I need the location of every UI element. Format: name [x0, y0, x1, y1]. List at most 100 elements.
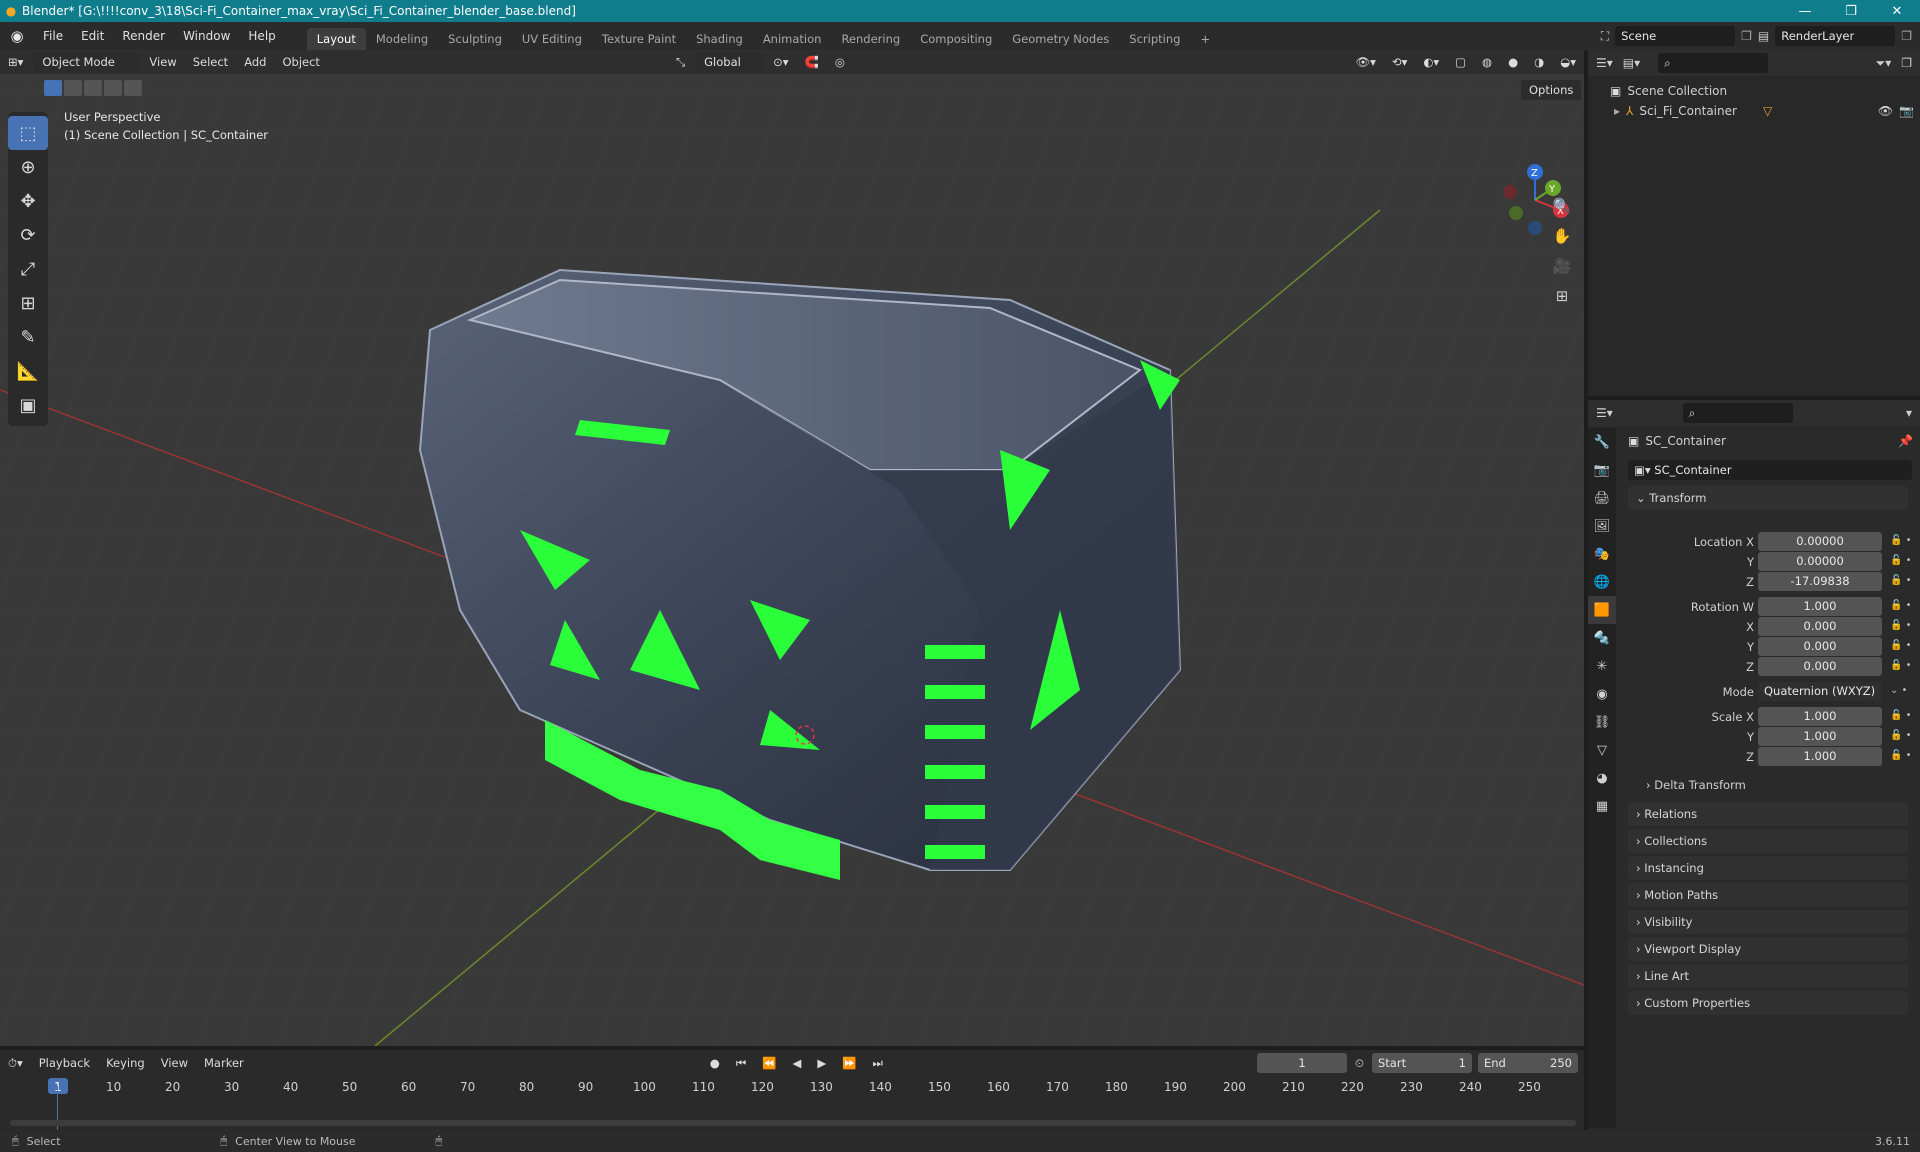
line-art-panel[interactable]: › Line Art [1628, 964, 1908, 988]
close-button[interactable]: ✕ [1874, 4, 1920, 19]
scene-selector[interactable]: Scene [1615, 26, 1736, 46]
menu-select[interactable]: Select [185, 55, 236, 69]
rotation-x-field[interactable]: 0.000 [1758, 617, 1882, 636]
pin-icon[interactable]: 📌 [1898, 434, 1913, 448]
tab-uv-editing[interactable]: UV Editing [512, 28, 592, 50]
snap-icon[interactable]: 🧲 [797, 55, 827, 69]
properties-options-icon[interactable]: ▾ [1906, 406, 1912, 420]
outliner-search-icon[interactable]: ⌕ [1658, 53, 1769, 73]
render-camera-icon[interactable]: 📷 [1899, 104, 1914, 118]
location-z-field[interactable]: -17.09838 [1758, 572, 1882, 591]
material-tab-icon[interactable]: ◕ [1588, 764, 1616, 792]
move-tool-icon[interactable]: ✥ [8, 184, 48, 218]
tab-sculpting[interactable]: Sculpting [438, 28, 512, 50]
prev-keyframe-icon[interactable]: ⏪ [754, 1056, 784, 1070]
select-box-tool-icon[interactable]: ⬚ [8, 116, 48, 150]
timeline-editor-icon[interactable]: ⏱▾ [0, 1056, 31, 1071]
select-invert-icon[interactable] [104, 80, 122, 96]
editor-type-icon[interactable]: ⊞▾ [0, 55, 31, 69]
particles-tab-icon[interactable]: ✳ [1588, 652, 1616, 680]
outliner-editor-icon[interactable]: ☰▾ [1596, 56, 1613, 70]
play-reverse-icon[interactable]: ◀ [785, 1056, 810, 1070]
tab-scripting[interactable]: Scripting [1119, 28, 1190, 50]
world-tab-icon[interactable]: 🌐 [1588, 568, 1616, 596]
hide-eye-icon[interactable]: 👁 [1878, 104, 1893, 118]
tab-texture-paint[interactable]: Texture Paint [592, 28, 686, 50]
object-datablock-field[interactable]: ▣▾ SC_Container [1628, 460, 1912, 480]
menu-help[interactable]: Help [239, 22, 284, 50]
timeline-scrollbar[interactable] [10, 1120, 1576, 1126]
annotate-tool-icon[interactable]: ✎ [8, 320, 48, 354]
data-tab-icon[interactable]: ▽ [1588, 736, 1616, 764]
object-tab-icon[interactable]: 🟧 [1588, 596, 1616, 624]
visibility-icon[interactable]: 👁▾ [1348, 55, 1384, 69]
mode-selector[interactable]: Object Mode [34, 52, 139, 72]
menu-window[interactable]: Window [174, 22, 239, 50]
overlay-toggle-icon[interactable]: ◐▾ [1415, 55, 1447, 69]
shading-solid-icon[interactable]: ● [1500, 55, 1526, 69]
end-frame-field[interactable]: End 250 [1478, 1053, 1578, 1073]
new-scene-icon[interactable]: ❐ [1741, 29, 1752, 43]
menu-playback[interactable]: Playback [31, 1056, 98, 1070]
measure-tool-icon[interactable]: 📐 [8, 354, 48, 388]
lock-icon[interactable]: 🔓 • [1890, 555, 1912, 566]
lock-icon[interactable]: 🔓 • [1890, 535, 1912, 546]
rotation-w-field[interactable]: 1.000 [1758, 597, 1882, 616]
outliner-row-scene-collection[interactable]: ▣ Scene Collection [1610, 84, 1727, 98]
pivot-icon[interactable]: ⊙▾ [765, 55, 796, 69]
constraint-icon[interactable]: ▽ [1763, 104, 1772, 118]
tab-animation[interactable]: Animation [753, 28, 832, 50]
maximize-button[interactable]: ❐ [1828, 4, 1874, 19]
new-collection-icon[interactable]: ❐ [1901, 56, 1912, 70]
menu-add[interactable]: Add [236, 55, 274, 69]
scale-x-field[interactable]: 1.000 [1758, 707, 1882, 726]
scale-y-field[interactable]: 1.000 [1758, 727, 1882, 746]
lock-icon[interactable]: 🔓 • [1890, 710, 1912, 721]
scale-z-field[interactable]: 1.000 [1758, 747, 1882, 766]
menu-edit[interactable]: Edit [72, 22, 113, 50]
lock-icon[interactable]: 🔓 • [1890, 660, 1912, 671]
menu-keying[interactable]: Keying [98, 1056, 153, 1070]
frame-ruler[interactable]: 1 10 20 30 40 50 60 70 80 90 100 110 120… [10, 1078, 1576, 1098]
transform-tool-icon[interactable]: ⊞ [8, 286, 48, 320]
custom-properties-panel[interactable]: › Custom Properties [1628, 991, 1908, 1015]
outliner-row-object[interactable]: ▸ ⅄ Sci_Fi_Container ▽ 👁 📷 [1614, 104, 1914, 118]
lock-icon[interactable]: 🔓 • [1890, 620, 1912, 631]
gizmo-toggle-icon[interactable]: ⟲▾ [1384, 55, 1415, 69]
tab-geometry-nodes[interactable]: Geometry Nodes [1002, 28, 1119, 50]
visibility-panel[interactable]: › Visibility [1628, 910, 1908, 934]
collections-panel[interactable]: › Collections [1628, 829, 1908, 853]
location-y-field[interactable]: 0.00000 [1758, 552, 1882, 571]
lock-icon[interactable]: 🔓 • [1890, 730, 1912, 741]
view-layer-tab-icon[interactable]: 🖼 [1588, 512, 1616, 540]
expand-arrow-icon[interactable]: ▸ [1614, 104, 1620, 118]
viewport-display-panel[interactable]: › Viewport Display [1628, 937, 1908, 961]
render-tab-icon[interactable]: 📷 [1588, 456, 1616, 484]
add-workspace-button[interactable]: + [1190, 28, 1220, 50]
lock-icon[interactable]: 🔓 • [1890, 575, 1912, 586]
proportional-edit-icon[interactable]: ◎ [827, 55, 853, 69]
render-layer-selector[interactable]: RenderLayer [1775, 26, 1896, 46]
location-x-field[interactable]: 0.00000 [1758, 532, 1882, 551]
cursor-tool-icon[interactable]: ⊕ [8, 150, 48, 184]
add-cube-tool-icon[interactable]: ▣ [8, 388, 48, 422]
menu-render[interactable]: Render [113, 22, 174, 50]
properties-search-icon[interactable]: ⌕ [1682, 403, 1793, 423]
tool-tab-icon[interactable]: 🔧 [1588, 428, 1616, 456]
camera-view-icon[interactable]: 🎥 [1548, 252, 1576, 280]
physics-tab-icon[interactable]: ◉ [1588, 680, 1616, 708]
menu-object[interactable]: Object [274, 55, 327, 69]
rotate-tool-icon[interactable]: ⟳ [8, 218, 48, 252]
rotation-mode-dropdown[interactable]: Quaternion (WXYZ) [1758, 682, 1882, 701]
minimize-button[interactable]: — [1782, 4, 1828, 19]
jump-start-icon[interactable]: ⏮ [728, 1056, 754, 1071]
scale-tool-icon[interactable]: ⤢ [8, 252, 48, 286]
transform-orientation-selector[interactable]: Global [696, 52, 763, 72]
display-mode-icon[interactable]: ▤▾ [1623, 56, 1640, 70]
blender-menu-icon[interactable]: ◉ [0, 27, 34, 45]
delta-transform-subpanel[interactable]: › Delta Transform [1646, 778, 1746, 792]
current-frame-field[interactable]: 1 [1257, 1053, 1348, 1073]
next-keyframe-icon[interactable]: ⏩ [834, 1056, 864, 1070]
select-intersect-icon[interactable] [124, 80, 142, 96]
tab-compositing[interactable]: Compositing [910, 28, 1002, 50]
